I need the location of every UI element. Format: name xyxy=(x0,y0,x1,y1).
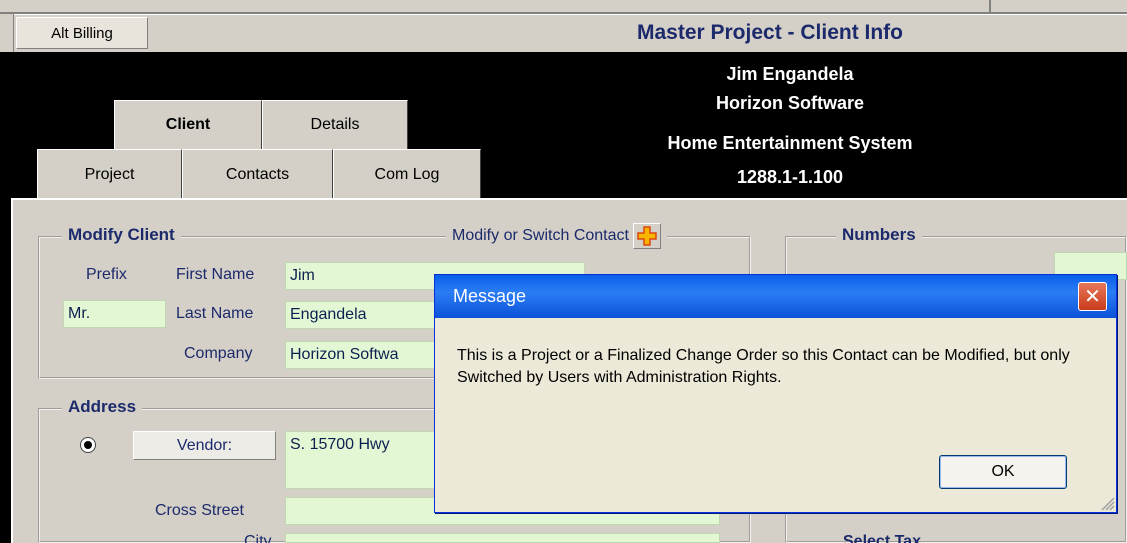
vendor-button[interactable]: Vendor: xyxy=(133,431,276,460)
address-title: Address xyxy=(62,397,143,417)
select-tax-label: Select Tax xyxy=(843,533,921,543)
plus-icon xyxy=(637,226,657,246)
modify-switch-label: Modify or Switch Contact xyxy=(452,227,629,244)
numbers-title: Numbers xyxy=(836,225,922,245)
alt-billing-button[interactable]: Alt Billing xyxy=(16,17,148,49)
modify-switch-contact: Modify or Switch Contact xyxy=(446,223,667,249)
prefix-label: Prefix xyxy=(86,266,127,283)
ok-button[interactable]: OK xyxy=(939,455,1067,489)
city-label: City xyxy=(244,533,272,543)
header-project: Home Entertainment System xyxy=(667,133,913,153)
cross-street-label: Cross Street xyxy=(155,502,244,519)
last-name-label: Last Name xyxy=(176,305,254,322)
message-dialog: Message ✕ This is a Project or a Finaliz… xyxy=(434,274,1117,513)
tab-project[interactable]: Project xyxy=(37,149,182,199)
tab-client[interactable]: Client xyxy=(114,100,262,149)
radio-dot xyxy=(84,441,92,449)
prefix-field[interactable]: Mr. xyxy=(63,300,166,328)
window-title: Master Project - Client Info xyxy=(636,21,904,44)
company-label: Company xyxy=(184,345,253,362)
switch-contact-button[interactable] xyxy=(632,223,661,249)
dialog-title-bar[interactable]: Message xyxy=(435,275,1116,318)
tab-com-log[interactable]: Com Log xyxy=(333,149,481,199)
header-client-name: Jim Engandela xyxy=(726,64,854,84)
header-project-number: 1288.1-1.100 xyxy=(736,167,844,187)
tab-details[interactable]: Details xyxy=(262,100,408,149)
top-separator xyxy=(989,0,991,14)
first-name-label: First Name xyxy=(176,266,255,283)
tab-contacts[interactable]: Contacts xyxy=(182,149,333,199)
city-field[interactable] xyxy=(285,533,720,543)
dialog-title: Message xyxy=(453,286,527,306)
resize-grip-icon[interactable] xyxy=(1097,493,1115,511)
left-gutter xyxy=(0,14,14,52)
modify-client-title: Modify Client xyxy=(62,225,181,245)
dialog-message: This is a Project or a Finalized Change … xyxy=(457,347,1070,386)
header-company: Horizon Software xyxy=(715,93,864,113)
close-icon[interactable]: ✕ xyxy=(1078,282,1107,311)
